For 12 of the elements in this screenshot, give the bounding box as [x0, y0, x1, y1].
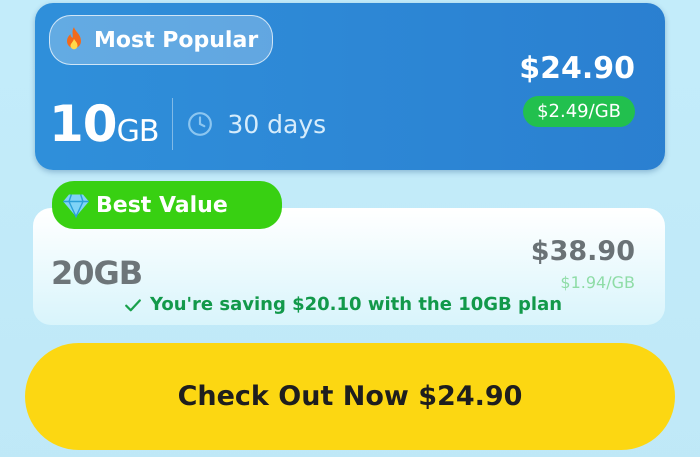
badge-label: Most Popular: [94, 28, 258, 52]
clock-icon: [187, 111, 214, 137]
plan-price: $24.90: [519, 51, 635, 86]
plan-card[interactable]: Most Popular 10GB 30 days $24.90 $2.49/GB: [35, 3, 665, 170]
data-amount: 10GB: [49, 95, 158, 153]
plan-duration: 30 days: [227, 110, 326, 138]
data-amount: 20GB: [51, 254, 142, 292]
plan-price: $38.90: [530, 236, 635, 267]
price-per-gb: $1.94/GB: [560, 273, 635, 292]
price-per-gb: $2.49/GB: [523, 96, 635, 127]
checkout-button[interactable]: Check Out Now $24.90: [25, 343, 675, 450]
savings-note: You're saving $20.10 with the 10GB plan: [150, 294, 562, 315]
